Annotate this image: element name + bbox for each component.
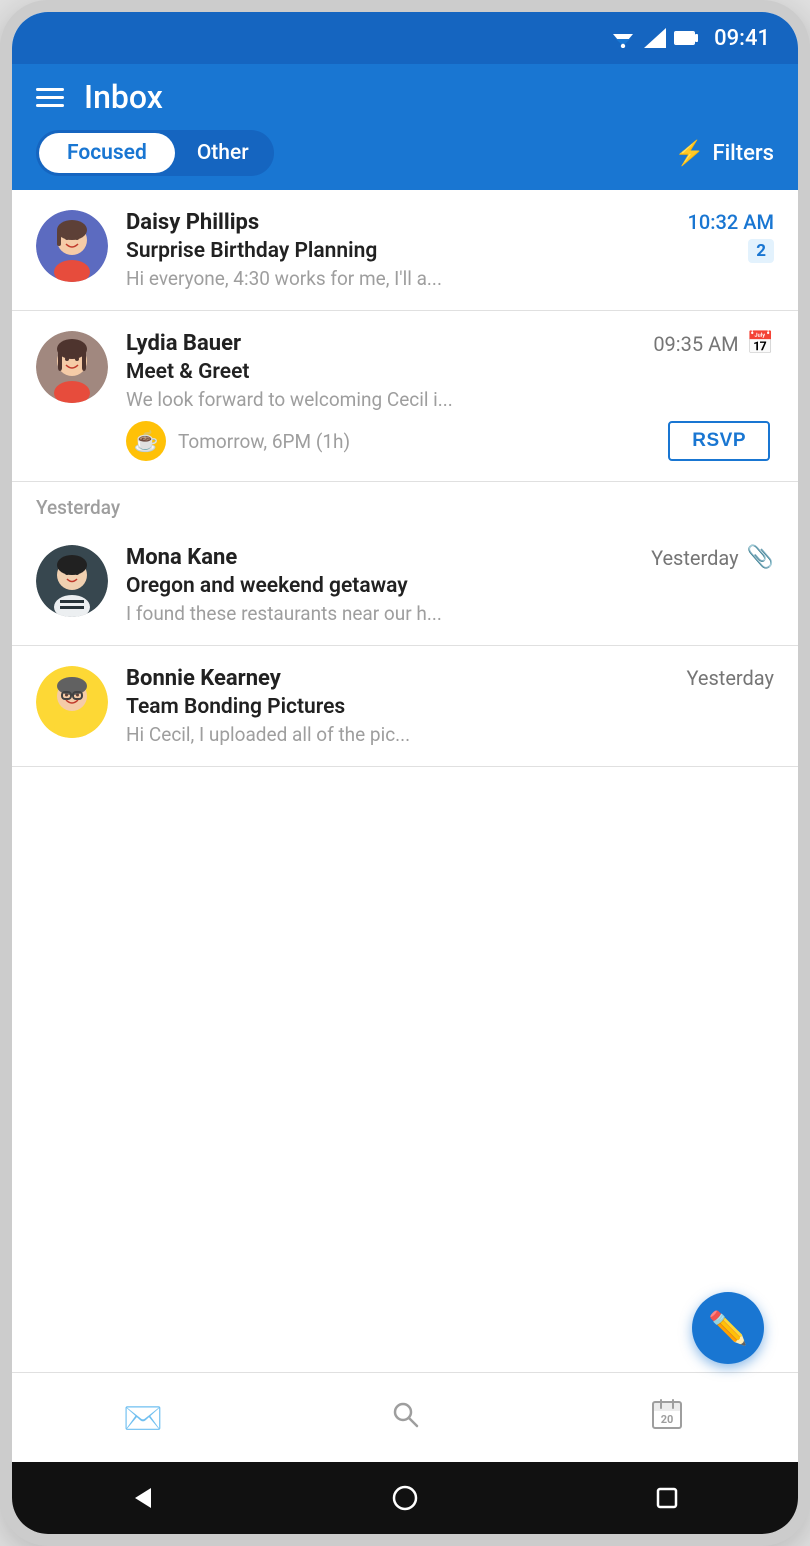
section-header-yesterday: Yesterday [12, 482, 798, 525]
nav-mail[interactable]: ✉️ [12, 1373, 274, 1462]
subject-text-daisy: Surprise Birthday Planning [126, 239, 377, 263]
email-top-bonnie: Bonnie Kearney Yesterday [126, 666, 774, 691]
subject-text-mona: Oregon and weekend getaway [126, 574, 408, 598]
avatar-daisy [36, 210, 108, 282]
filters-button[interactable]: ⚡ Filters [675, 139, 774, 167]
inbox-title: Inbox [84, 78, 163, 116]
tab-other[interactable]: Other [175, 133, 271, 173]
avatar-mona [36, 545, 108, 617]
email-list: Daisy Phillips 10:32 AM Surprise Birthda… [12, 190, 798, 1372]
event-badge: ☕ [126, 421, 166, 461]
email-content-lydia: Lydia Bauer 09:35 AM 📅 Meet & Greet We l… [126, 331, 774, 411]
attachment-icon-mona: 📎 [747, 545, 774, 570]
svg-text:20: 20 [661, 1413, 674, 1426]
tabs-row: Focused Other ⚡ Filters [36, 130, 774, 190]
hamburger-menu-button[interactable] [36, 88, 64, 107]
email-time-lydia: 09:35 AM [653, 332, 738, 356]
nav-search[interactable] [274, 1373, 536, 1462]
status-time: 09:41 [714, 26, 770, 51]
back-button[interactable] [119, 1474, 167, 1522]
email-subject-lydia: Meet & Greet [126, 360, 774, 384]
email-preview-lydia: We look forward to welcoming Cecil i... [126, 388, 606, 411]
calendar-nav-icon: 20 [651, 1398, 683, 1438]
compose-fab[interactable]: ✏️ [692, 1292, 764, 1364]
event-time: Tomorrow, 6PM (1h) [178, 430, 350, 453]
search-nav-icon [389, 1398, 421, 1438]
sender-name-mona: Mona Kane [126, 545, 237, 570]
badge-count-daisy: 2 [748, 239, 774, 263]
subject-text-lydia: Meet & Greet [126, 360, 249, 384]
email-preview-mona: I found these restaurants near our h... [126, 602, 606, 625]
email-content-bonnie: Bonnie Kearney Yesterday Team Bonding Pi… [126, 666, 774, 746]
nav-calendar[interactable]: 20 [536, 1373, 798, 1462]
email-item-bonnie[interactable]: Bonnie Kearney Yesterday Team Bonding Pi… [12, 646, 798, 767]
email-item-lydia[interactable]: Lydia Bauer 09:35 AM 📅 Meet & Greet We l… [12, 311, 798, 482]
compose-icon: ✏️ [708, 1309, 748, 1347]
sender-name-daisy: Daisy Phillips [126, 210, 259, 235]
email-top-lydia: Lydia Bauer 09:35 AM 📅 [126, 331, 774, 356]
recents-button[interactable] [643, 1474, 691, 1522]
avatar-bonnie [36, 666, 108, 738]
email-time-bonnie: Yesterday [686, 666, 774, 690]
header-row: Inbox [36, 78, 774, 116]
event-row-lydia: ☕ Tomorrow, 6PM (1h) RSVP [36, 421, 774, 461]
email-item-mona[interactable]: Mona Kane Yesterday 📎 Oregon and weekend… [12, 525, 798, 646]
email-top-daisy: Daisy Phillips 10:32 AM [126, 210, 774, 235]
email-item-daisy[interactable]: Daisy Phillips 10:32 AM Surprise Birthda… [12, 190, 798, 311]
email-top-mona: Mona Kane Yesterday 📎 [126, 545, 774, 570]
email-subject-bonnie: Team Bonding Pictures [126, 695, 774, 719]
email-content-mona: Mona Kane Yesterday 📎 Oregon and weekend… [126, 545, 774, 625]
email-preview-bonnie: Hi Cecil, I uploaded all of the pic... [126, 723, 606, 746]
android-nav [12, 1462, 798, 1534]
rsvp-button[interactable]: RSVP [668, 421, 770, 461]
sender-name-bonnie: Bonnie Kearney [126, 666, 281, 691]
tabs-group: Focused Other [36, 130, 274, 176]
email-time-mona: Yesterday [651, 546, 739, 570]
tab-focused[interactable]: Focused [39, 133, 175, 173]
email-time-daisy: 10:32 AM [688, 210, 774, 234]
filters-label: Filters [712, 141, 774, 166]
home-button[interactable] [381, 1474, 429, 1522]
battery-icon [674, 29, 698, 47]
bolt-icon: ⚡ [675, 139, 705, 167]
sender-name-lydia: Lydia Bauer [126, 331, 241, 356]
app-header: Inbox Focused Other ⚡ Filters [12, 64, 798, 190]
bottom-nav: ✉️ 20 [12, 1372, 798, 1462]
email-content-daisy: Daisy Phillips 10:32 AM Surprise Birthda… [126, 210, 774, 290]
subject-text-bonnie: Team Bonding Pictures [126, 695, 345, 719]
status-icons: 09:41 [610, 26, 770, 51]
event-left: ☕ Tomorrow, 6PM (1h) [126, 421, 350, 461]
avatar-lydia [36, 331, 108, 403]
calendar-icon-lydia: 📅 [747, 331, 774, 356]
wifi-icon [610, 28, 636, 48]
phone-frame: 09:41 Inbox Focused Other ⚡ Filters [0, 0, 810, 1546]
email-subject-daisy: Surprise Birthday Planning 2 [126, 239, 774, 263]
mail-nav-icon: ✉️ [123, 1399, 163, 1437]
email-preview-daisy: Hi everyone, 4:30 works for me, I'll a..… [126, 267, 606, 290]
signal-icon [644, 28, 666, 48]
status-bar: 09:41 [12, 12, 798, 64]
email-subject-mona: Oregon and weekend getaway [126, 574, 774, 598]
